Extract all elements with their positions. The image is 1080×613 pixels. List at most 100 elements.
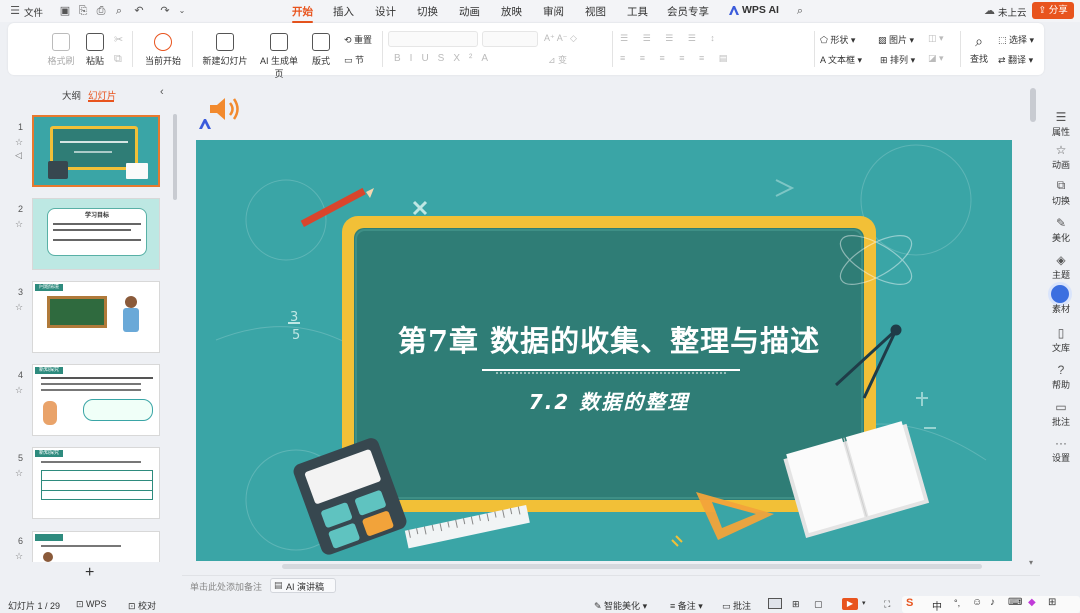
alignment-controls[interactable]: ≡ ≡ ≡ ≡ ≡ ▤	[620, 53, 733, 64]
tab-member[interactable]: 会员专享	[667, 4, 709, 19]
chevron-down-icon[interactable]: ⌄	[175, 4, 189, 18]
slide-thumbnail-2[interactable]: 学习目标	[32, 198, 160, 270]
sidebar-item-comments[interactable]: ▭ 批注	[1042, 400, 1080, 428]
save-icon[interactable]: ▣	[58, 4, 72, 18]
chevron-down-icon[interactable]: ▾	[862, 599, 866, 607]
redo-icon[interactable]: ↷	[158, 4, 172, 18]
thumb-text-line	[41, 389, 141, 391]
paste-button[interactable]: 粘贴	[80, 33, 110, 67]
textbox-button[interactable]: A 文本框 ▾	[820, 53, 862, 66]
notes-toggle[interactable]: ≡ 备注 ▾	[670, 599, 703, 612]
tab-review[interactable]: 审阅	[543, 4, 564, 19]
skin-icon[interactable]: ◆	[1028, 597, 1036, 608]
canvas-scrollbar[interactable]	[1030, 88, 1036, 122]
font-family-select[interactable]	[388, 31, 478, 47]
shape-outline-icon[interactable]: ◪ ▾	[928, 53, 944, 64]
emoji-icon[interactable]: ☺	[972, 597, 982, 608]
slide-thumbnail-3[interactable]: 问题情境	[32, 281, 160, 353]
find-button[interactable]: ⌕ 查找	[966, 33, 992, 65]
normal-view-icon[interactable]	[768, 598, 782, 609]
search-icon[interactable]: ⌕	[793, 4, 807, 18]
print-icon[interactable]: ⎙	[94, 4, 108, 18]
slide-thumbnail-1[interactable]	[32, 115, 160, 187]
sidebar-item-settings[interactable]: ··· 设置	[1042, 436, 1080, 464]
sidebar-item-theme[interactable]: ◈ 主题	[1042, 253, 1080, 281]
wps-status[interactable]: ⊡ WPS	[76, 599, 107, 610]
wps-ai-mini-icon[interactable]	[198, 118, 212, 130]
play-current-button[interactable]: 当前开始	[140, 33, 186, 67]
font-size-controls[interactable]: A⁺ A⁻ ◇	[544, 33, 577, 44]
ai-single-page-button[interactable]: AI 生成单页	[256, 33, 302, 80]
reading-view-icon[interactable]: ▢	[814, 599, 823, 610]
proofread-button[interactable]: ⊡ 校对	[128, 599, 156, 612]
sidebar-item-material[interactable]: 素材	[1042, 302, 1080, 315]
layout-button[interactable]: 版式	[306, 33, 336, 67]
scroll-down-icon[interactable]: ▾	[1029, 558, 1033, 567]
reset-button[interactable]: ⟲ 重置	[344, 33, 372, 46]
thumbnail-scrollbar[interactable]	[173, 114, 177, 200]
print-preview-icon[interactable]: ⌕	[112, 4, 126, 18]
collapse-panel-icon[interactable]: ‹	[160, 86, 164, 98]
cut-icon[interactable]: ✂	[114, 33, 123, 46]
punctuation-icon[interactable]: °,	[954, 598, 960, 608]
add-slide-button[interactable]: +	[85, 564, 94, 582]
font-size-select[interactable]	[482, 31, 538, 47]
cloud-status[interactable]: 未上云	[998, 5, 1027, 19]
microphone-icon[interactable]: ♪	[990, 597, 995, 608]
notes-placeholder[interactable]: 单击此处添加备注	[190, 580, 262, 593]
format-painter-button[interactable]: 格式刷	[46, 33, 76, 67]
export-icon[interactable]: ⎘	[76, 4, 90, 18]
toolbox-icon[interactable]: ⊞	[1048, 597, 1056, 608]
sidebar-item-properties[interactable]: ☰ 属性	[1042, 110, 1080, 138]
shape-button[interactable]: ⬠ 形状 ▾	[820, 33, 855, 46]
slide-thumbnail-6[interactable]	[32, 531, 160, 563]
sidebar-item-beautify[interactable]: ✎ 美化	[1042, 216, 1080, 244]
sidebar-item-help[interactable]: ? 帮助	[1042, 363, 1080, 391]
sidebar-item-library[interactable]: ▯ 文库	[1042, 326, 1080, 354]
divider	[382, 31, 383, 67]
tab-wps-ai[interactable]: WPS AI	[742, 4, 779, 16]
tab-insert[interactable]: 插入	[333, 4, 354, 19]
ime-language[interactable]: 中	[932, 598, 942, 613]
copy-icon[interactable]: ⧉	[114, 53, 122, 66]
new-slide-button[interactable]: 新建幻灯片	[198, 33, 252, 67]
highlight-controls[interactable]: ⊿ 变	[548, 53, 567, 66]
arrange-button[interactable]: ⊞ 排列 ▾	[880, 53, 915, 66]
horizontal-scrollbar[interactable]	[282, 564, 982, 569]
tab-home[interactable]: 开始	[292, 4, 313, 23]
slide-thumbnail-5[interactable]: 新知探究	[32, 447, 160, 519]
slide-sorter-icon[interactable]: ⊞	[792, 599, 800, 610]
slide-canvas[interactable]: 3 5 第7章 数据的收集、整理与描述 7.2 数据的整理	[196, 140, 1012, 561]
file-menu[interactable]: 文件	[24, 5, 43, 19]
keyboard-icon[interactable]: ⌨	[1008, 597, 1022, 608]
comments-toggle[interactable]: ▭ 批注	[722, 599, 751, 612]
slide-thumbnail-4[interactable]: 新知探究	[32, 364, 160, 436]
tab-animation[interactable]: 动画	[459, 4, 480, 19]
ribbon-toolbar: 格式刷 粘贴 ✂ ⧉ 当前开始 新建幻灯片 AI 生成单页 版式 ⟲ 重置 ▭ …	[8, 23, 1044, 79]
slide-subtitle[interactable]: 7.2 数据的整理	[354, 386, 864, 415]
tab-design[interactable]: 设计	[375, 4, 396, 19]
sidebar-item-animation[interactable]: ☆ 动画	[1042, 143, 1080, 171]
fit-window-icon[interactable]: ⛶	[884, 599, 890, 610]
undo-icon[interactable]: ↶	[132, 4, 146, 18]
share-button[interactable]: ⇪ 分享	[1032, 2, 1074, 19]
audio-speaker-icon[interactable]	[208, 94, 242, 124]
section-button[interactable]: ▭ 节	[344, 53, 364, 66]
tab-tools[interactable]: 工具	[627, 4, 648, 19]
shape-fill-icon[interactable]: ◫ ▾	[928, 33, 944, 44]
tab-view[interactable]: 视图	[585, 4, 606, 19]
paragraph-controls[interactable]: ☰ ☰ ☰ ☰ ↕	[620, 33, 721, 44]
select-button[interactable]: ⬚ 选择 ▾	[998, 33, 1034, 46]
smart-beautify-button[interactable]: ✎ 智能美化 ▾	[594, 599, 647, 612]
translate-button[interactable]: ⇄ 翻译 ▾	[998, 53, 1033, 66]
tab-outline[interactable]: 大纲	[62, 88, 81, 102]
play-slideshow-icon[interactable]: ▶	[842, 598, 858, 610]
picture-button[interactable]: ▨ 图片 ▾	[878, 33, 914, 46]
slide-title[interactable]: 第7章 数据的收集、整理与描述	[354, 318, 864, 360]
fraction-bar	[288, 322, 300, 324]
tab-slideshow[interactable]: 放映	[501, 4, 522, 19]
hamburger-icon[interactable]: ☰	[8, 4, 22, 18]
text-style-buttons[interactable]: BIUSX²A	[394, 53, 497, 64]
tab-transition[interactable]: 切换	[417, 4, 438, 19]
sidebar-item-transition[interactable]: ⧉ 切换	[1042, 178, 1080, 207]
